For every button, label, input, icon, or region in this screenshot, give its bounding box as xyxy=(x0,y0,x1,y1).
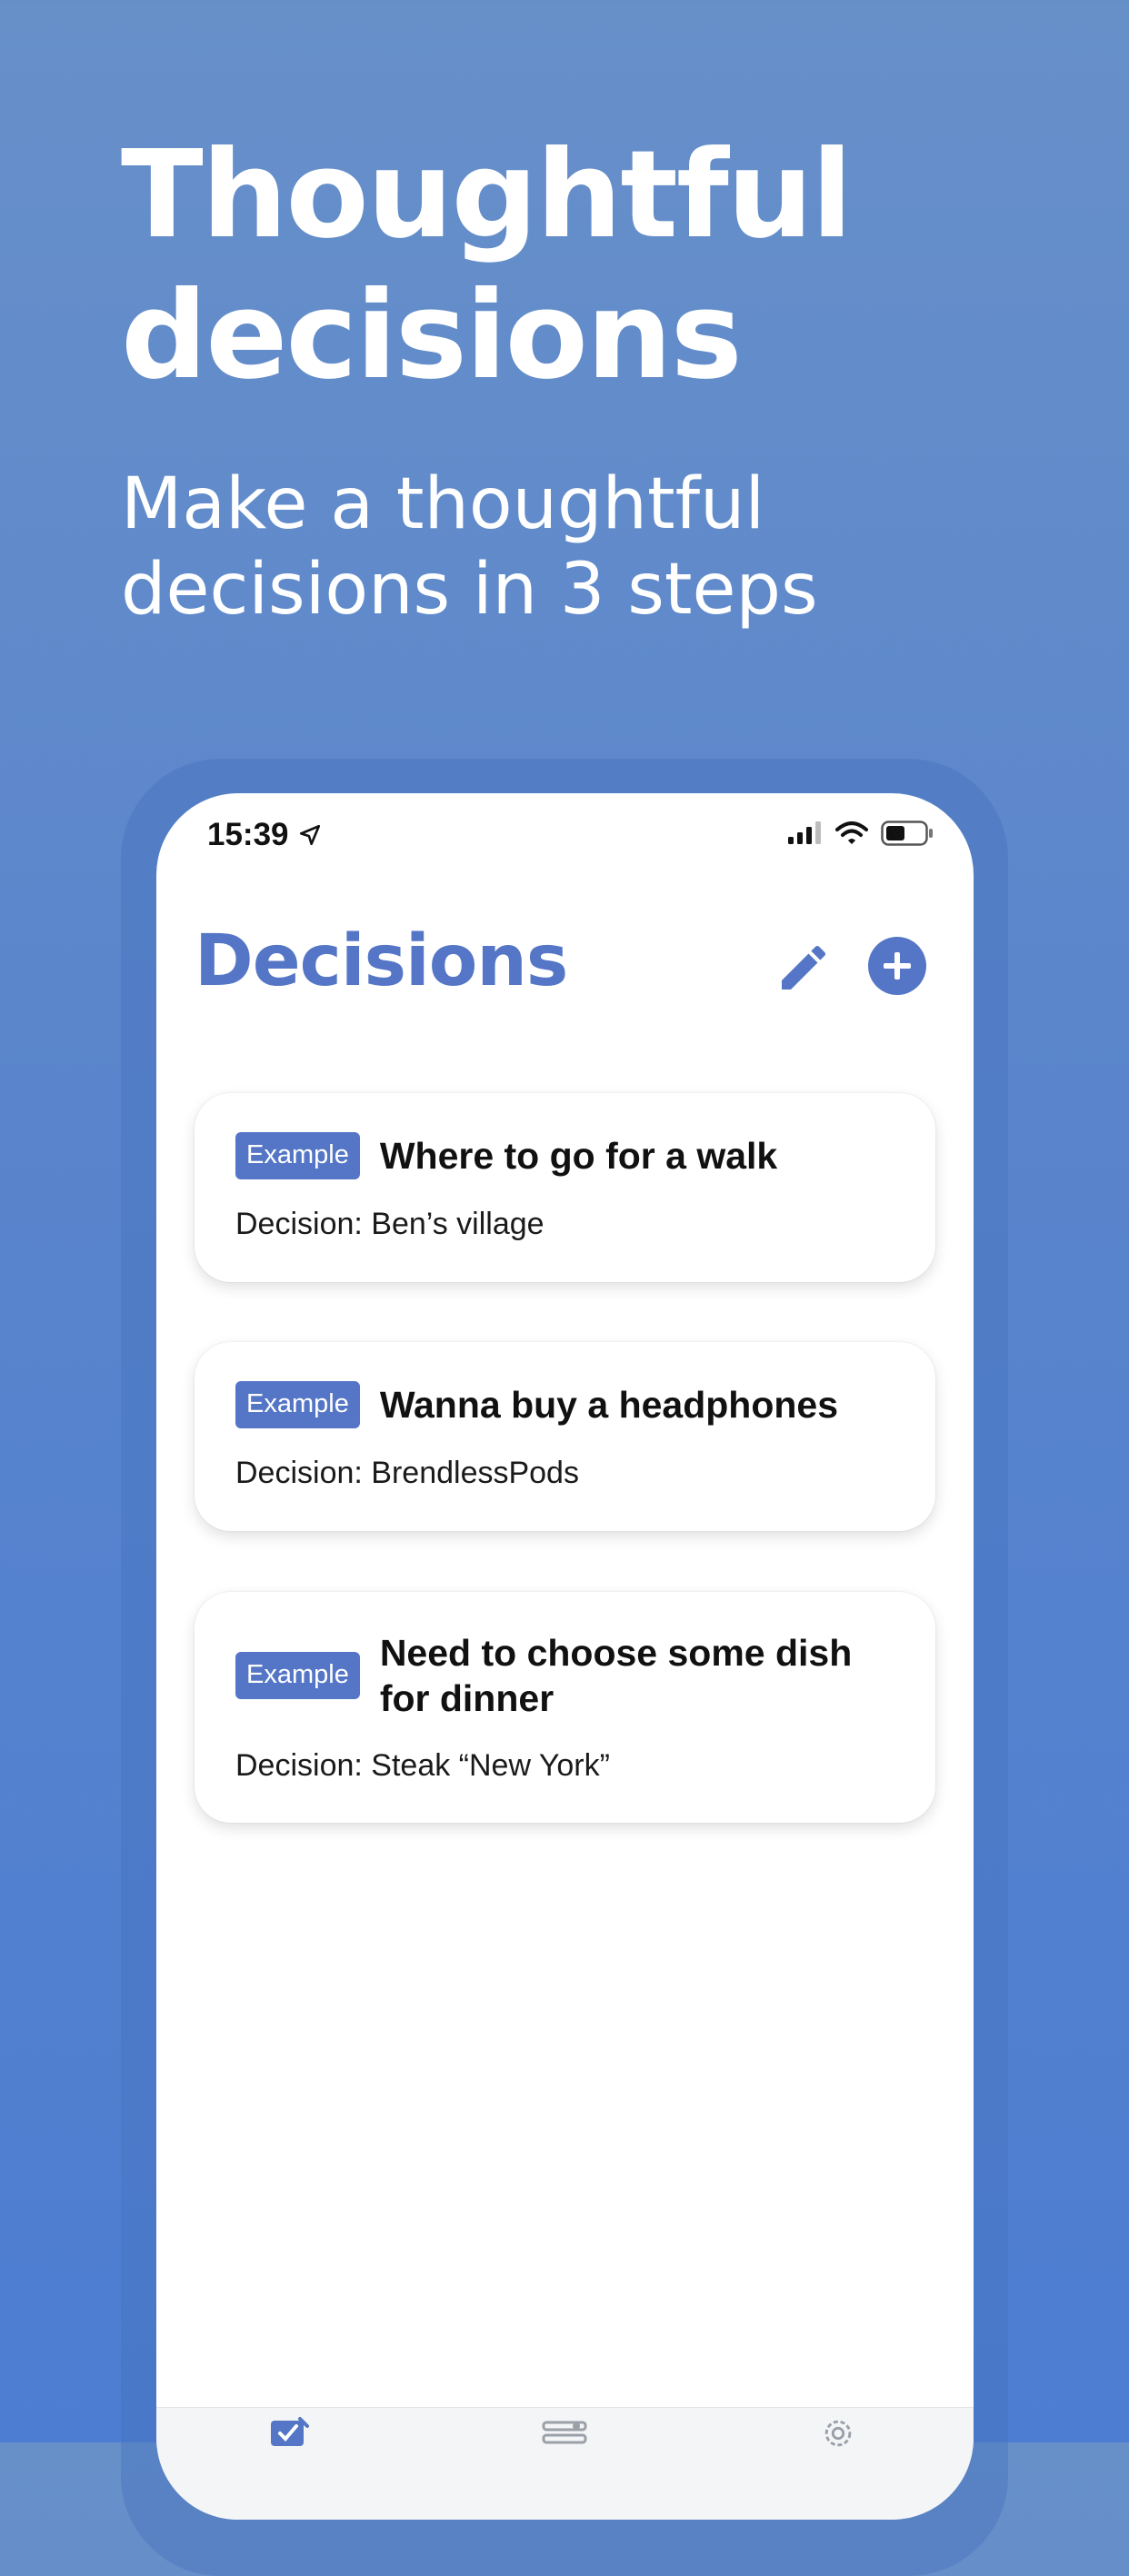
tab-settings[interactable] xyxy=(813,2415,864,2452)
decision-card-header: Example Where to go for a walk xyxy=(235,1132,908,1179)
promo-subheadline-line2: decisions in 3 steps xyxy=(121,549,818,631)
decision-title: Wanna buy a headphones xyxy=(379,1383,839,1426)
example-badge: Example xyxy=(235,1132,360,1179)
location-arrow-icon xyxy=(299,824,320,846)
lists-tab-icon xyxy=(542,2421,587,2444)
battery-icon xyxy=(881,821,933,846)
decisions-tab-icon xyxy=(271,2417,309,2446)
status-bar-time: 15:39 xyxy=(207,817,322,853)
phone-screen: 15:39 Decisions Example Where to go for … xyxy=(156,793,974,2520)
status-time-text: 15:39 xyxy=(207,817,289,852)
status-bar-indicators xyxy=(788,821,934,846)
decision-result: Decision: Steak “New York” xyxy=(235,1748,610,1783)
decision-card[interactable]: Example Where to go for a walk Decision:… xyxy=(195,1093,935,1282)
pencil-icon xyxy=(782,945,826,990)
promo-headline-line1: Thoughtful xyxy=(121,125,853,265)
gear-icon xyxy=(824,2420,852,2447)
decision-title: Where to go for a walk xyxy=(379,1134,778,1177)
promo-headline: Thoughtful decisions xyxy=(121,125,1030,407)
decision-card-header: Example Wanna buy a headphones xyxy=(235,1381,908,1428)
example-badge: Example xyxy=(235,1381,360,1428)
add-decision-button[interactable] xyxy=(868,937,926,995)
page-title: Decisions xyxy=(195,920,568,1002)
edit-button[interactable] xyxy=(774,939,833,997)
wifi-icon xyxy=(835,821,868,844)
decision-card[interactable]: Example Need to choose some dish for din… xyxy=(195,1592,935,1823)
example-badge: Example xyxy=(235,1652,360,1699)
promo-subheadline: Make a thoughtful decisions in 3 steps xyxy=(121,462,1030,632)
tab-decisions[interactable] xyxy=(267,2415,318,2452)
decision-result: Decision: Ben’s village xyxy=(235,1207,545,1241)
decision-card[interactable]: Example Wanna buy a headphones Decision:… xyxy=(195,1342,935,1531)
tab-bar xyxy=(156,2407,974,2520)
plus-icon xyxy=(884,952,911,980)
decision-title: Need to choose some dish for dinner xyxy=(379,1632,853,1719)
tab-lists[interactable] xyxy=(540,2415,591,2452)
promo-headline-line2: decisions xyxy=(121,266,743,406)
promo-subheadline-line1: Make a thoughtful xyxy=(121,463,765,545)
cellular-signal-icon xyxy=(788,821,821,844)
decision-card-header: Example Need to choose some dish for din… xyxy=(235,1630,908,1721)
decision-result: Decision: BrendlessPods xyxy=(235,1456,579,1490)
